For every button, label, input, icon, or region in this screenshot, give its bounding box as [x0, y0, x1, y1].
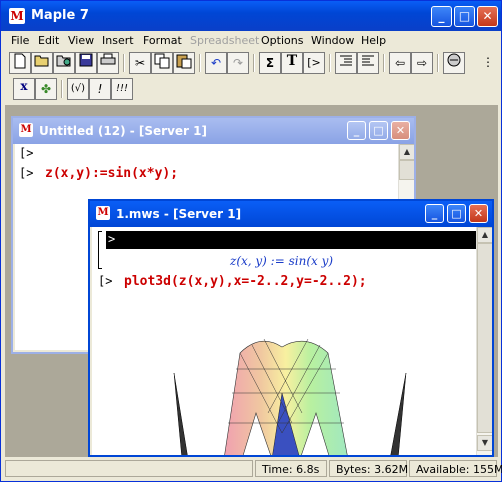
stop-icon[interactable] — [443, 52, 465, 74]
scroll-down-arrow-icon[interactable]: ▼ — [477, 435, 492, 451]
menu-options[interactable]: Options — [261, 34, 303, 47]
status-time: Time: 6.8s — [255, 460, 327, 477]
toolbar-separator — [383, 54, 385, 72]
untitled-titlebar[interactable]: M Untitled (12) - [Server 1] _ □ ✕ — [13, 118, 414, 144]
toolbar-separator — [253, 54, 255, 72]
toolbar-separator — [437, 54, 439, 72]
command-input[interactable]: plot3d(z(x,y),x=-2..2,y=-2..2); — [124, 274, 367, 289]
group-bracket[interactable] — [98, 231, 102, 269]
x-toggle-icon[interactable]: x — [13, 78, 35, 100]
maple-doc-icon: M — [19, 123, 33, 137]
toolbar-separator — [199, 54, 201, 72]
prompt-marker: [> — [19, 166, 34, 180]
text-input-icon[interactable]: T — [281, 52, 303, 74]
minimize-button[interactable]: _ — [431, 6, 452, 27]
mws-maximize-button[interactable]: □ — [447, 204, 466, 223]
maple-app-icon[interactable]: M — [9, 8, 25, 24]
execute-all-icon[interactable]: !!! — [111, 78, 133, 100]
mdi-workspace: M Untitled (12) - [Server 1] _ □ ✕ [> [>… — [5, 105, 498, 457]
scroll-up-arrow-icon[interactable]: ▲ — [399, 144, 414, 160]
main-titlebar[interactable]: M Maple 7 _ □ ✕ — [1, 1, 501, 31]
main-toolbar: ✂ ↶ ↷ Σ T [> ⇦ ⇨ ⋮ — [5, 51, 497, 76]
mws-title: 1.mws - [Server 1] — [116, 207, 242, 221]
menu-insert[interactable]: Insert — [102, 34, 134, 47]
forward-arrow-icon[interactable]: ⇨ — [411, 52, 433, 74]
cut-icon[interactable]: ✂ — [129, 52, 151, 74]
insert-prompt-icon[interactable]: [> — [303, 52, 325, 74]
status-available: Available: 155M — [409, 460, 502, 477]
open-folder-icon[interactable] — [31, 52, 53, 74]
menu-spreadsheet[interactable]: Spreadsheet — [190, 34, 259, 47]
mws-titlebar[interactable]: M 1.mws - [Server 1] _ □ ✕ — [90, 201, 492, 227]
print-icon[interactable] — [97, 52, 119, 74]
toolbar-separator — [61, 80, 63, 98]
menu-format[interactable]: Format — [143, 34, 182, 47]
redo-icon[interactable]: ↷ — [227, 52, 249, 74]
command-input[interactable]: z(x,y):=sin(x*y); — [45, 166, 178, 181]
maple-leaf-icon[interactable]: ✤ — [35, 78, 57, 100]
scroll-thumb[interactable] — [399, 160, 414, 180]
menu-window[interactable]: Window — [311, 34, 354, 47]
untitled-minimize-button[interactable]: _ — [347, 121, 366, 140]
menu-help[interactable]: Help — [361, 34, 386, 47]
copy-icon[interactable] — [151, 52, 173, 74]
menu-edit[interactable]: Edit — [38, 34, 59, 47]
menu-view[interactable]: View — [68, 34, 94, 47]
app-title: Maple 7 — [31, 8, 89, 23]
untitled-close-button[interactable]: ✕ — [391, 121, 410, 140]
mws-vscroll[interactable]: ▲ ▼ — [476, 227, 492, 455]
back-arrow-icon[interactable]: ⇦ — [389, 52, 411, 74]
toolbar-overflow-chevron-icon[interactable]: ⋮ — [481, 52, 495, 74]
status-bytes: Bytes: 3.62M — [329, 460, 408, 477]
indent-icon[interactable] — [357, 52, 379, 74]
mws-minimize-button[interactable]: _ — [425, 204, 444, 223]
save-icon[interactable] — [75, 52, 97, 74]
mws-window[interactable]: M 1.mws - [Server 1] _ □ ✕ > z(x, y) := … — [88, 199, 494, 457]
undo-icon[interactable]: ↶ — [205, 52, 227, 74]
toolbar-separator — [329, 54, 331, 72]
prompt-marker: [> — [98, 274, 113, 288]
selected-execution-group[interactable]: > — [106, 231, 476, 249]
plot3d-surface[interactable] — [92, 333, 476, 457]
toolbar-separator — [123, 54, 125, 72]
close-button[interactable]: ✕ — [477, 6, 498, 27]
maple-doc-icon: M — [96, 206, 110, 220]
untitled-maximize-button[interactable]: □ — [369, 121, 388, 140]
maximize-button[interactable]: □ — [454, 6, 475, 27]
outdent-icon[interactable] — [335, 52, 357, 74]
scroll-thumb[interactable] — [477, 243, 492, 433]
maple-main-window: M Maple 7 _ □ ✕ File Edit View Insert Fo… — [0, 0, 502, 482]
paste-icon[interactable] — [173, 52, 195, 74]
scroll-up-arrow-icon[interactable]: ▲ — [477, 227, 492, 243]
sqrt-icon[interactable]: (√) — [67, 78, 89, 100]
untitled-title: Untitled (12) - [Server 1] — [39, 124, 207, 138]
menubar: File Edit View Insert Format Spreadsheet… — [5, 31, 497, 51]
math-input-icon[interactable]: Σ — [259, 52, 281, 74]
menu-file[interactable]: File — [11, 34, 29, 47]
context-toolbar: x ✤ (√) ! !!! — [5, 77, 497, 102]
status-message — [5, 460, 253, 477]
new-file-icon[interactable] — [9, 52, 31, 74]
mws-close-button[interactable]: ✕ — [469, 204, 488, 223]
status-bar: Time: 6.8s Bytes: 3.62M Available: 155M — [5, 458, 502, 478]
open-url-icon[interactable] — [53, 52, 75, 74]
mws-worksheet[interactable]: > z(x, y) := sin(x y) [> plot3d(z(x,y),x… — [92, 227, 476, 457]
prompt-marker: > — [108, 232, 116, 246]
execute-icon[interactable]: ! — [89, 78, 111, 100]
output-expression: z(x, y) := sin(x y) — [230, 254, 334, 268]
prompt-marker: [> — [19, 146, 34, 160]
